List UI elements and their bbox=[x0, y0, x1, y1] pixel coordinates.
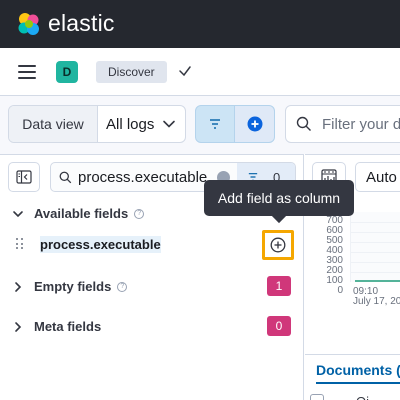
filter-icon bbox=[210, 119, 220, 129]
chevron-down-icon[interactable] bbox=[178, 64, 192, 78]
empty-fields-label: Empty fields bbox=[34, 279, 112, 294]
query-placeholder: Filter your d bbox=[322, 115, 400, 133]
collapse-sidebar-button[interactable] bbox=[8, 162, 40, 192]
breadcrumb-discover[interactable]: Discover bbox=[96, 61, 167, 83]
help-icon[interactable]: ? bbox=[134, 208, 145, 219]
chevron-right-icon bbox=[15, 321, 22, 332]
meta-fields-toggle[interactable]: Meta fields bbox=[12, 319, 101, 334]
help-icon[interactable]: ? bbox=[117, 281, 128, 292]
empty-fields-count-badge: 1 bbox=[267, 276, 291, 296]
histogram-series bbox=[355, 280, 400, 282]
field-name: process.executable bbox=[40, 235, 161, 253]
meta-fields-label: Meta fields bbox=[34, 319, 102, 334]
elastic-logo-icon[interactable] bbox=[16, 11, 42, 37]
field-search-value: process.executable bbox=[78, 168, 208, 186]
y-tick: 0 bbox=[337, 285, 343, 296]
search-icon bbox=[296, 116, 311, 131]
interval-select[interactable]: Auto bbox=[355, 162, 400, 192]
field-item-process-executable[interactable]: process.executable bbox=[16, 234, 276, 254]
chevron-down-icon bbox=[163, 120, 176, 128]
chevron-right-icon bbox=[15, 281, 22, 292]
table-header-partial: Oi bbox=[356, 394, 369, 400]
brand-name[interactable]: elastic bbox=[48, 10, 115, 37]
active-tab-indicator bbox=[316, 382, 400, 384]
histogram-y-axis: 700 600 500 400 300 200 100 0 bbox=[305, 216, 343, 296]
add-filter-button[interactable] bbox=[235, 105, 275, 143]
hamburger-icon[interactable] bbox=[18, 65, 36, 79]
collapse-sidebar-icon bbox=[16, 170, 32, 184]
row-select-checkbox[interactable] bbox=[310, 394, 324, 400]
meta-fields-count-badge: 0 bbox=[267, 316, 291, 336]
add-field-as-column-button[interactable] bbox=[262, 230, 294, 260]
plus-circle-icon bbox=[247, 116, 262, 132]
available-fields-toggle[interactable]: Available fields ? bbox=[12, 206, 145, 221]
divider bbox=[305, 354, 400, 355]
top-header: elastic bbox=[0, 0, 400, 48]
filter-menu-button[interactable] bbox=[195, 105, 235, 143]
chevron-down-icon bbox=[13, 210, 23, 217]
empty-fields-toggle[interactable]: Empty fields ? bbox=[12, 279, 128, 294]
available-fields-label: Available fields bbox=[34, 206, 129, 221]
drag-handle-icon[interactable] bbox=[16, 238, 24, 250]
tab-documents[interactable]: Documents ( bbox=[316, 362, 400, 378]
data-view-value: All logs bbox=[106, 115, 155, 133]
data-view-label: Data view bbox=[9, 106, 98, 142]
x-axis-date-label: July 17, 20 bbox=[353, 296, 400, 307]
plus-circle-icon bbox=[270, 237, 286, 253]
query-input[interactable]: Filter your d bbox=[285, 105, 400, 143]
data-view-selector[interactable]: All logs bbox=[98, 106, 185, 142]
data-view-picker[interactable]: Data view All logs bbox=[8, 105, 186, 143]
histogram-plot-area[interactable] bbox=[350, 212, 400, 282]
space-avatar[interactable]: D bbox=[56, 61, 78, 83]
search-icon bbox=[59, 171, 72, 183]
add-field-tooltip: Add field as column bbox=[204, 180, 354, 216]
